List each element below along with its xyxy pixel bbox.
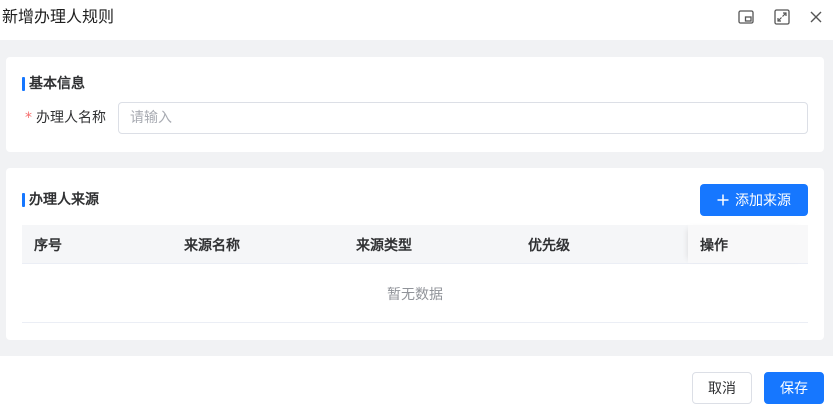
table-empty-text: 暂无数据: [387, 287, 443, 303]
column-header-actions: 操作: [700, 238, 728, 254]
picture-in-picture-icon[interactable]: [738, 9, 754, 25]
sources-table-header: 序号 来源名称 来源类型 优先级 操作: [22, 225, 808, 264]
handler-sources-title: 办理人来源: [22, 191, 99, 209]
handler-sources-card: 办理人来源 添加来源 序号 来源名称 来源类型 优先级 操作 暂无数据: [6, 168, 824, 340]
add-source-label: 添加来源: [735, 193, 791, 209]
dialog-title: 新增办理人规则: [2, 7, 115, 26]
cancel-button[interactable]: 取消: [692, 372, 752, 404]
column-header-priority: 优先级: [528, 238, 570, 254]
save-button[interactable]: 保存: [764, 372, 824, 404]
dialog-header: 新增办理人规则: [0, 0, 833, 40]
required-mark: *: [25, 110, 32, 126]
column-header-actions-cell: 操作: [688, 225, 808, 263]
column-header-source-type: 来源类型: [356, 238, 412, 254]
basic-info-title: 基本信息: [22, 75, 85, 93]
close-icon[interactable]: [808, 9, 824, 25]
plus-icon: [717, 194, 729, 206]
fullscreen-icon[interactable]: [774, 9, 790, 25]
column-header-source-name: 来源名称: [184, 238, 240, 254]
handler-name-label-text: 办理人名称: [36, 110, 106, 126]
handler-name-input[interactable]: [118, 102, 808, 134]
table-bottom-border: [22, 322, 808, 323]
add-source-button[interactable]: 添加来源: [700, 184, 808, 216]
basic-info-card: 基本信息 * 办理人名称: [6, 57, 824, 152]
column-header-index: 序号: [34, 238, 62, 254]
handler-name-label: * 办理人名称: [25, 108, 106, 128]
